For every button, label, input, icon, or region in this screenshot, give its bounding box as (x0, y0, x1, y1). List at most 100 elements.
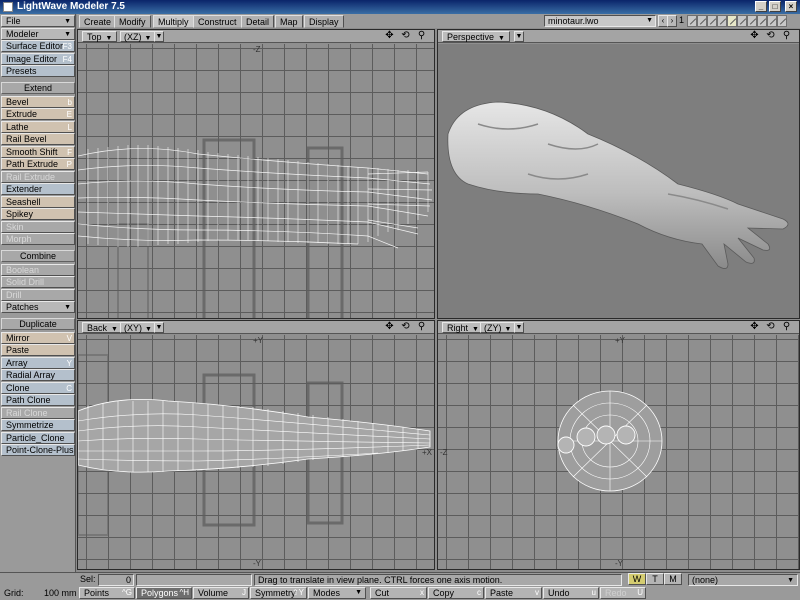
viewport-render-menu[interactable]: ▼ (514, 322, 524, 333)
object-selector[interactable]: minotaur.lwo ▼ (544, 15, 656, 27)
extender-button[interactable]: Extender (1, 183, 75, 195)
symmetrize-button[interactable]: Symmetrize (1, 419, 75, 431)
clone-button[interactable]: Clone C (1, 381, 75, 394)
lathe-button[interactable]: Lathe L (1, 120, 75, 133)
button-label: Extender (6, 184, 43, 194)
undo-button[interactable]: Undo u (543, 587, 599, 599)
viewport-axis-selector[interactable]: (XZ) ▼ (120, 31, 156, 42)
move-view-icon[interactable]: ✥ (748, 31, 761, 42)
layer-button-4[interactable] (717, 15, 727, 27)
button-label: Mirror (6, 332, 30, 343)
tab-multiply[interactable]: Multiply (153, 15, 194, 28)
move-view-icon[interactable]: ✥ (383, 322, 396, 333)
rail-bevel-button[interactable]: Rail Bevel (1, 133, 75, 145)
viewport-canvas[interactable]: -Z (78, 44, 434, 318)
viewport-canvas[interactable]: +Y -Y +X (78, 335, 434, 569)
viewport-back[interactable]: Back ▼ (XY) ▼ ▼ ✥ ⟲ ⚲ +Y -Y +X (77, 320, 435, 570)
viewport-canvas[interactable] (438, 44, 799, 318)
layer-button-6[interactable] (737, 15, 747, 27)
tab-map[interactable]: Map (275, 15, 303, 28)
shortcut-label: Y (66, 358, 72, 368)
rotate-view-icon[interactable]: ⟲ (764, 31, 777, 42)
viewport-perspective[interactable]: Perspective ▼ ▼ ✥ ⟲ ⚲ (437, 29, 800, 319)
button-label: Spikey (6, 209, 34, 219)
viewport-axis-selector[interactable]: (XY) ▼ (120, 322, 156, 333)
symmetry-button[interactable]: Symmetry ⇧Y (250, 587, 307, 599)
particle-clone-button[interactable]: Particle_Clone (1, 431, 75, 444)
surface-editor-button[interactable]: Surface Editor F3 (1, 40, 75, 52)
viewport-canvas[interactable]: +Y -Y -Z (438, 335, 799, 569)
copy-button[interactable]: Copy c (428, 587, 484, 599)
volume-button[interactable]: Volume J (193, 587, 249, 599)
morph-map-button[interactable]: M (664, 573, 682, 585)
extrude-button[interactable]: Extrude E (1, 108, 75, 120)
image-editor-button[interactable]: Image Editor F4 (1, 52, 75, 65)
file-button[interactable]: File ▼ (1, 15, 75, 27)
paste-button[interactable]: Paste v (485, 587, 542, 599)
minimize-button[interactable]: _ (755, 1, 767, 12)
viewport-render-menu[interactable]: ▼ (154, 31, 164, 42)
move-view-icon[interactable]: ✥ (383, 31, 396, 42)
rotate-view-icon[interactable]: ⟲ (764, 322, 777, 333)
tab-label: Multiply (158, 17, 189, 27)
patches-button[interactable]: Patches ▼ (1, 301, 75, 313)
weight-map-button[interactable]: W (628, 573, 646, 585)
layer-button-7[interactable] (747, 15, 757, 27)
polygons-button[interactable]: Polygons ^H (136, 587, 192, 599)
viewport-view-selector[interactable]: Top ▼ (82, 31, 118, 42)
tab-detail[interactable]: Detail (241, 15, 275, 28)
tab-display[interactable]: Display (304, 15, 344, 28)
layer-button-2[interactable] (697, 15, 707, 27)
viewport-view-selector[interactable]: Right ▼ (442, 322, 484, 333)
point-clone-plus-button[interactable]: Point-Clone-Plus+ (1, 444, 75, 456)
viewport-render-menu[interactable]: ▼ (154, 322, 164, 333)
surface-selector[interactable]: (none) ▼ (688, 574, 798, 586)
seashell-button[interactable]: Seashell (1, 195, 75, 208)
radial-array-button[interactable]: Radial Array (1, 369, 75, 381)
cut-button[interactable]: Cut x (370, 587, 427, 599)
numeric-field[interactable] (136, 574, 252, 586)
viewport-axis-selector[interactable]: (ZY) ▼ (480, 322, 516, 333)
mirror-button[interactable]: Mirror V (1, 331, 75, 344)
layer-button-3[interactable] (707, 15, 717, 27)
viewport-right[interactable]: Right ▼ (ZY) ▼ ▼ ✥ ⟲ ⚲ +Y -Y -Z (437, 320, 800, 570)
tab-create[interactable]: Create (79, 15, 117, 28)
zoom-view-icon[interactable]: ⚲ (780, 322, 793, 333)
viewport-render-menu[interactable]: ▼ (514, 31, 524, 42)
shortcut-label: L (67, 122, 72, 132)
smooth-shift-button[interactable]: Smooth Shift F (1, 145, 75, 158)
layer-button-8[interactable] (757, 15, 767, 27)
points-button[interactable]: Points ^G (79, 587, 135, 599)
chevron-down-icon: ▼ (64, 304, 71, 311)
tab-modify[interactable]: Modify (114, 15, 151, 28)
viewport-view-selector[interactable]: Perspective ▼ (442, 31, 510, 42)
paste-button[interactable]: Paste (1, 344, 75, 356)
move-view-icon[interactable]: ✥ (748, 322, 761, 333)
presets-button[interactable]: Presets (1, 65, 75, 77)
layer-button-1[interactable] (687, 15, 697, 27)
viewport-view-selector[interactable]: Back ▼ (82, 322, 123, 333)
rotate-view-icon[interactable]: ⟲ (399, 322, 412, 333)
close-button[interactable]: × (785, 1, 797, 12)
rotate-view-icon[interactable]: ⟲ (399, 31, 412, 42)
zoom-view-icon[interactable]: ⚲ (415, 31, 428, 42)
viewport-top[interactable]: Top ▼ (XZ) ▼ ▼ ✥ ⟲ ⚲ -Z (77, 29, 435, 319)
zoom-view-icon[interactable]: ⚲ (780, 31, 793, 42)
path-extrude-button[interactable]: Path Extrude P (1, 158, 75, 170)
array-button[interactable]: Array Y (1, 356, 75, 369)
texture-map-button[interactable]: T (646, 573, 664, 585)
button-label: Morph (6, 234, 32, 244)
bevel-button[interactable]: Bevel b (1, 95, 75, 108)
shortcut-label: E (66, 110, 72, 119)
layer-button-9[interactable] (767, 15, 777, 27)
modes-button[interactable]: Modes ▼ (308, 587, 366, 599)
path-clone-button[interactable]: Path Clone (1, 394, 75, 406)
maximize-button[interactable]: □ (769, 1, 781, 12)
next-object-button[interactable]: › (667, 15, 677, 27)
tab-construct[interactable]: Construct (193, 15, 242, 28)
modeler-button[interactable]: Modeler ▼ (1, 27, 75, 40)
spikey-button[interactable]: Spikey (1, 208, 75, 220)
layer-button-10[interactable] (777, 15, 787, 27)
layer-button-5[interactable] (727, 15, 737, 27)
zoom-view-icon[interactable]: ⚲ (415, 322, 428, 333)
